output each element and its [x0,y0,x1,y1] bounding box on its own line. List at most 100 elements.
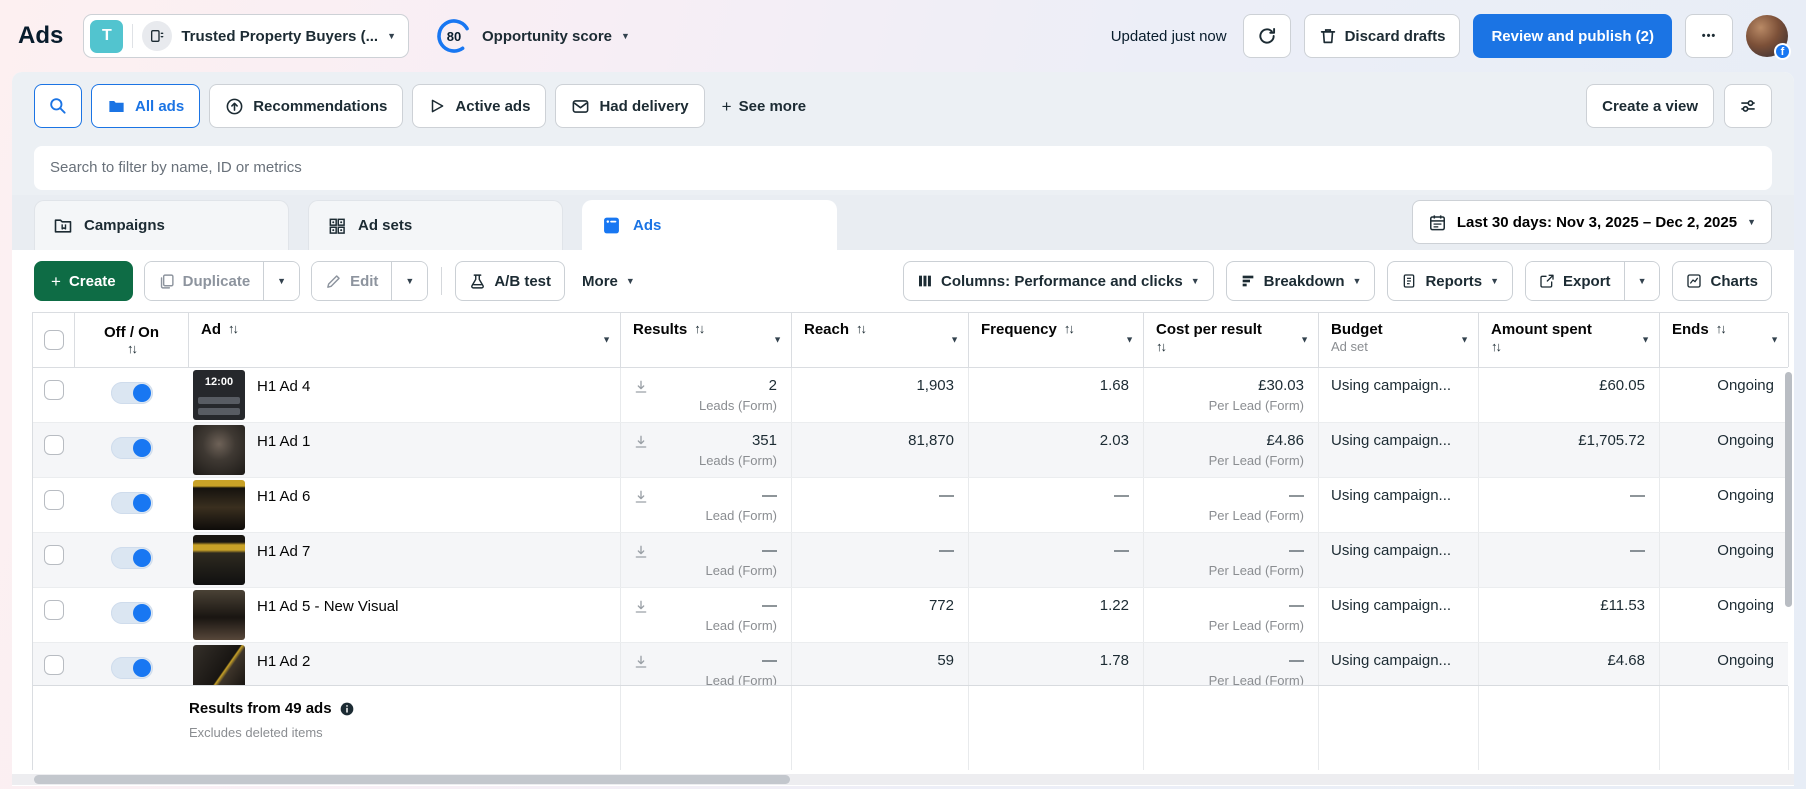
row-checkbox[interactable] [44,380,64,400]
download-results-icon[interactable] [633,651,649,670]
row-checkbox[interactable] [44,545,64,565]
budget-value[interactable]: Using campaign... [1331,651,1464,671]
edit-caret-button[interactable]: ▼ [391,262,428,300]
ad-on-off-toggle[interactable] [111,437,153,459]
row-checkbox[interactable] [44,600,64,620]
ad-thumbnail[interactable] [193,425,245,475]
create-a-view-button[interactable]: Create a view [1586,84,1714,128]
column-header-reach[interactable]: Reach ↑↓ ▼ [792,313,969,367]
select-all-checkbox[interactable] [43,330,64,350]
reports-button[interactable]: Reports ▼ [1387,261,1514,301]
opportunity-score-menu[interactable]: 80 Opportunity score ▼ [435,17,630,55]
columns-button[interactable]: Columns: Performance and clicks ▼ [902,261,1214,301]
column-header-ends[interactable]: Ends ↑↓ ▼ [1660,313,1789,367]
ad-on-off-toggle[interactable] [111,547,153,569]
ad-thumbnail[interactable] [193,645,245,685]
more-button[interactable]: More ▼ [576,261,641,301]
see-more-button[interactable]: + See more [722,98,806,115]
column-header-frequency[interactable]: Frequency ↑↓ ▼ [969,313,1144,367]
export-caret-button[interactable]: ▼ [1623,262,1660,300]
ad-on-off-toggle[interactable] [111,492,153,514]
column-menu-caret[interactable]: ▼ [1125,335,1134,345]
column-header-off-on[interactable]: Off / On ↑↓ [75,313,189,367]
filter-chip-had-delivery[interactable]: Had delivery [555,84,705,128]
sort-icon[interactable]: ↑↓ [228,321,239,336]
breakdown-button[interactable]: Breakdown ▼ [1225,261,1376,301]
column-header-amount-spent[interactable]: Amount spent ↑↓ ▼ [1479,313,1660,367]
column-header-budget[interactable]: Budget Ad set ▼ [1319,313,1479,367]
search-input[interactable] [34,145,1772,190]
ad-name[interactable]: H1 Ad 2 [257,645,310,670]
column-menu-caret[interactable]: ▼ [1641,335,1650,345]
discard-drafts-button[interactable]: Discard drafts [1303,14,1461,58]
ad-name[interactable]: H1 Ad 1 [257,425,310,450]
column-menu-caret[interactable]: ▼ [1460,335,1469,345]
review-and-publish-button[interactable]: Review and publish (2) [1473,14,1672,58]
sort-icon[interactable]: ↑↓ [1491,339,1502,354]
sort-icon[interactable]: ↑↓ [694,321,705,336]
more-options-button[interactable]: ••• [1685,14,1733,58]
download-results-icon[interactable] [633,596,649,615]
envelope-icon [573,99,589,113]
tab-campaigns[interactable]: Campaigns [34,200,289,250]
duplicate-caret-button[interactable]: ▼ [263,262,300,300]
refresh-button[interactable] [1242,14,1291,58]
budget-value[interactable]: Using campaign... [1331,486,1464,506]
download-results-icon[interactable] [633,376,649,395]
row-checkbox[interactable] [44,490,64,510]
tab-ad-sets[interactable]: Ad sets [308,200,563,250]
column-header-ad[interactable]: Ad ↑↓ ▼ [189,313,621,367]
budget-value[interactable]: Using campaign... [1331,376,1464,396]
info-icon[interactable] [339,701,355,717]
column-menu-caret[interactable]: ▼ [773,335,782,345]
row-checkbox[interactable] [44,655,64,675]
ad-thumbnail[interactable]: 12:00 [193,370,245,420]
column-header-cost-per-result[interactable]: Cost per result ↑↓ ▼ [1144,313,1319,367]
search-filter-button[interactable] [34,84,82,128]
user-avatar[interactable]: f [1746,15,1791,60]
sort-icon[interactable]: ↑↓ [856,321,867,336]
duplicate-button[interactable]: Duplicate [144,262,264,300]
ad-name[interactable]: H1 Ad 4 [257,370,310,395]
column-header-results[interactable]: Results ↑↓ ▼ [621,313,792,367]
ad-on-off-toggle[interactable] [111,602,153,624]
ad-on-off-toggle[interactable] [111,382,153,404]
filter-chip-recommendations[interactable]: Recommendations [209,84,404,128]
budget-value[interactable]: Using campaign... [1331,541,1464,561]
ad-on-off-toggle[interactable] [111,657,153,679]
edit-button[interactable]: Edit [312,262,392,300]
budget-value[interactable]: Using campaign... [1331,596,1464,616]
ad-name[interactable]: H1 Ad 5 - New Visual [257,590,398,615]
ad-thumbnail[interactable] [193,535,245,585]
column-menu-caret[interactable]: ▼ [602,335,611,345]
column-menu-caret[interactable]: ▼ [1300,335,1309,345]
sort-icon[interactable]: ↑↓ [127,341,138,356]
download-results-icon[interactable] [633,541,649,560]
charts-button[interactable]: Charts [1672,261,1772,301]
ad-name[interactable]: H1 Ad 7 [257,535,310,560]
sort-icon[interactable]: ↑↓ [1716,321,1727,336]
create-button[interactable]: + Create [34,261,133,301]
download-results-icon[interactable] [633,431,649,450]
table-footer: Results from 49 ads Excludes deleted ite… [33,685,1789,770]
budget-value[interactable]: Using campaign... [1331,431,1464,451]
ad-name[interactable]: H1 Ad 6 [257,480,310,505]
ad-thumbnail[interactable] [193,480,245,530]
ab-test-button[interactable]: A/B test [455,261,566,301]
vertical-scrollbar[interactable] [1785,372,1792,607]
row-checkbox[interactable] [44,435,64,455]
date-range-selector[interactable]: Last 30 days: Nov 3, 2025 – Dec 2, 2025 … [1411,200,1772,244]
filter-chip-active-ads[interactable]: Active ads [412,84,547,128]
tab-ads[interactable]: Ads [582,200,837,250]
sort-icon[interactable]: ↑↓ [1156,339,1167,354]
account-selector[interactable]: T Trusted Property Buyers (... ▼ [83,14,409,58]
horizontal-scrollbar[interactable] [34,775,790,784]
column-menu-caret[interactable]: ▼ [950,335,959,345]
export-button[interactable]: Export [1526,262,1624,300]
download-results-icon[interactable] [633,486,649,505]
ad-thumbnail[interactable] [193,590,245,640]
filter-chip-all-ads[interactable]: All ads [91,84,201,128]
sort-icon[interactable]: ↑↓ [1064,321,1075,336]
column-menu-caret[interactable]: ▼ [1770,335,1779,345]
view-settings-button[interactable] [1724,84,1772,128]
